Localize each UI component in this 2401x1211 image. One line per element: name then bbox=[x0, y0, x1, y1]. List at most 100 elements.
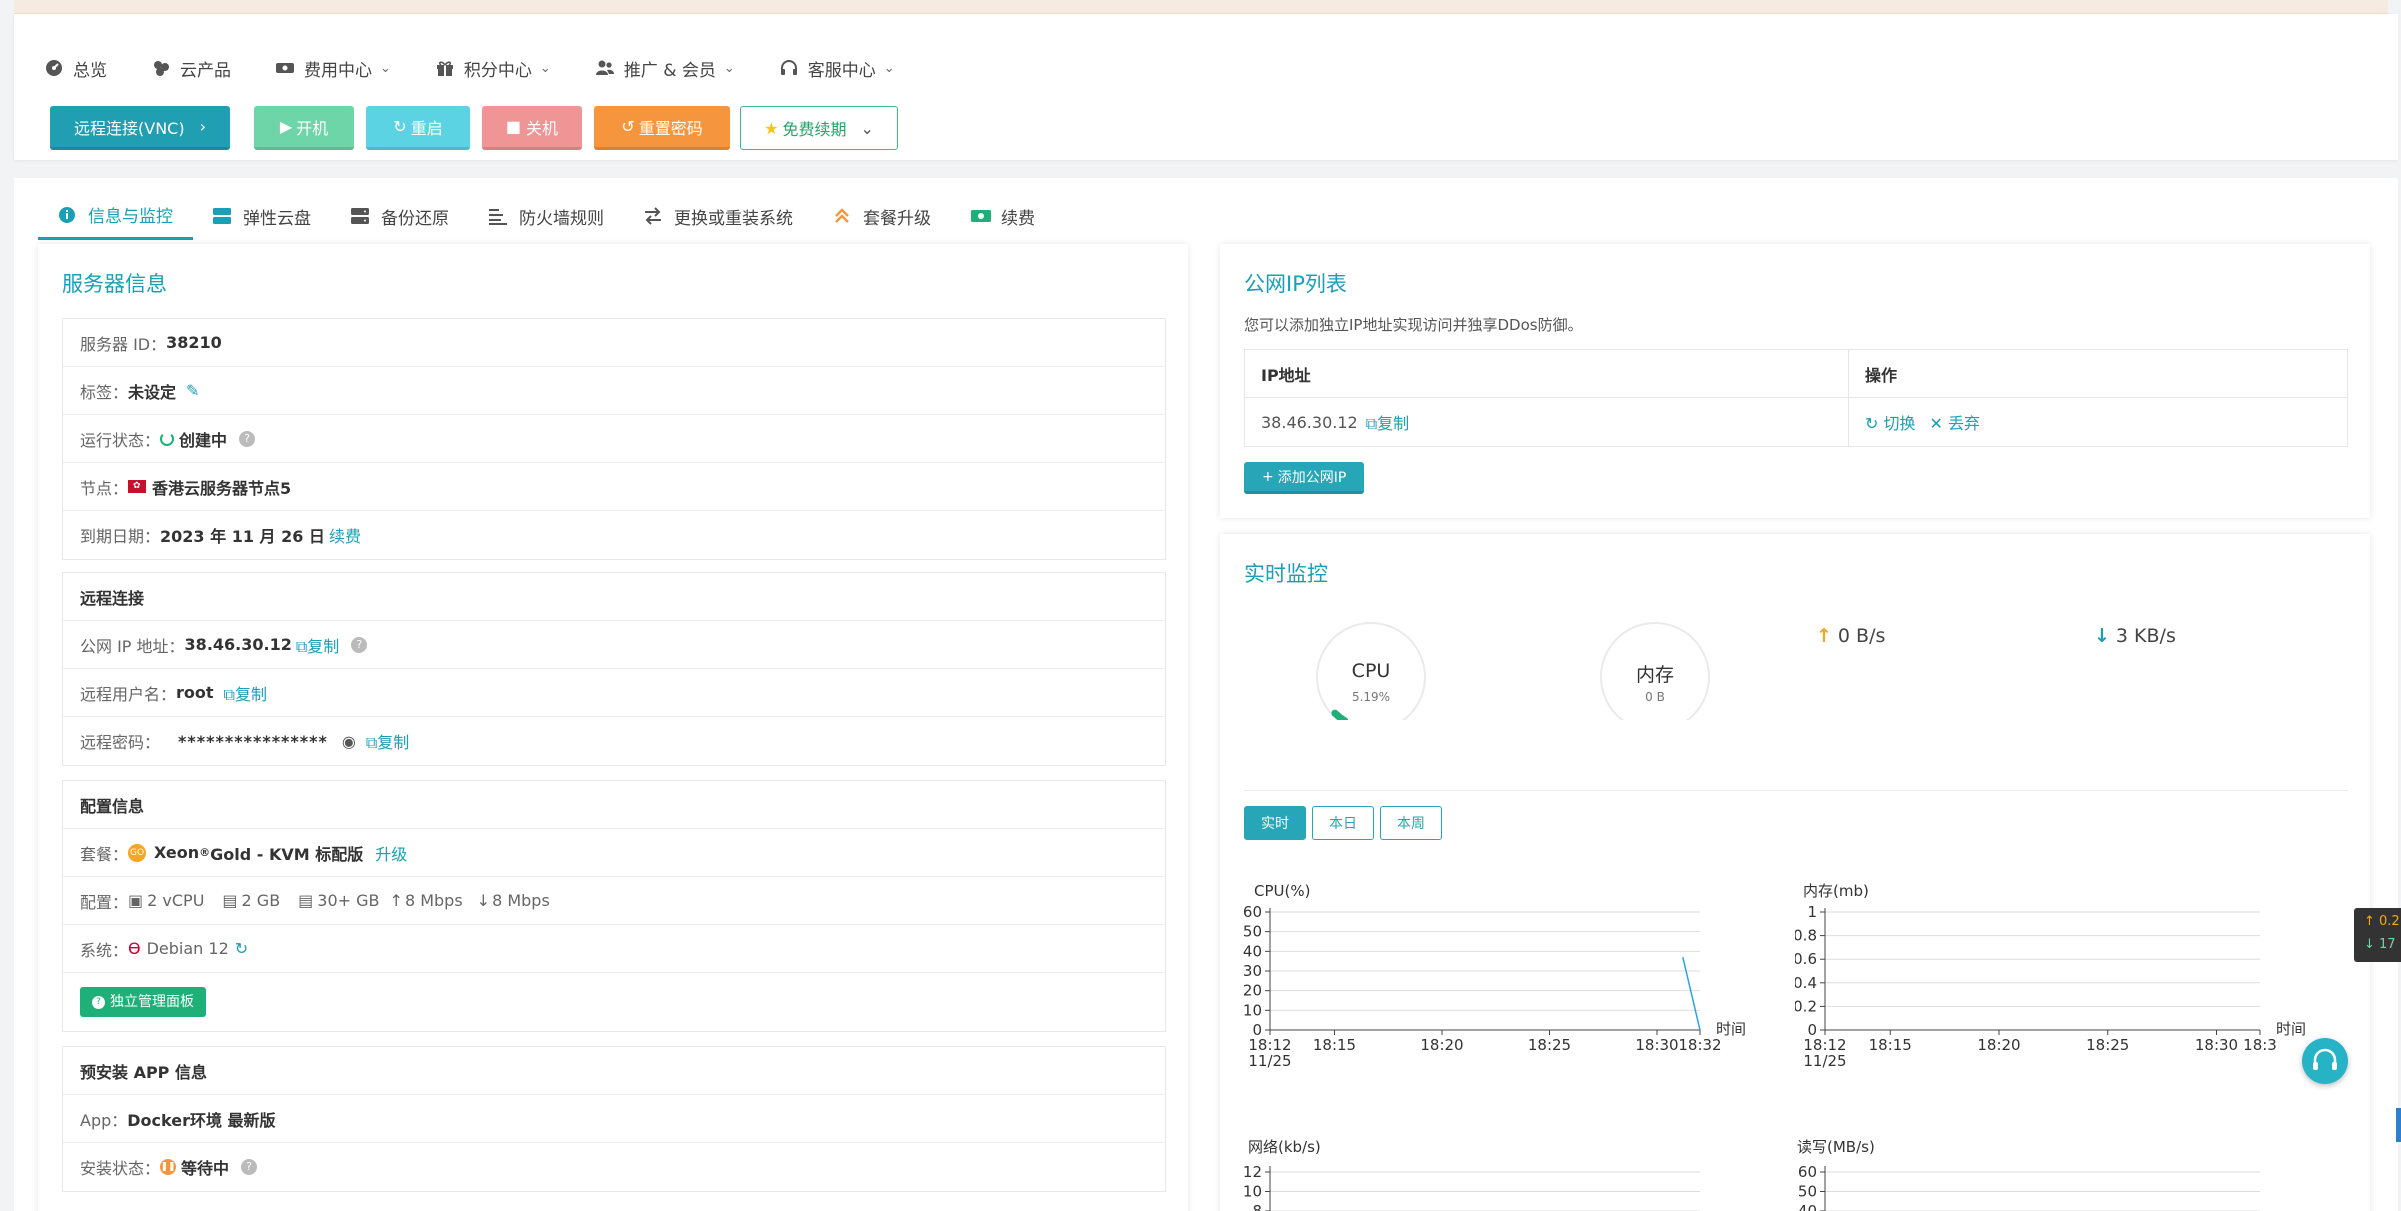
nav-points[interactable]: 积分中心 ⌄ bbox=[435, 54, 551, 82]
y-axis-title: 网络(kb/s) bbox=[1248, 1138, 1321, 1156]
gold-badge-icon: GO bbox=[128, 843, 147, 862]
y-tick-label: 20 bbox=[1243, 982, 1262, 1000]
renew-link[interactable]: 续费 bbox=[329, 523, 361, 547]
y-tick-label: 8 bbox=[1252, 1202, 1262, 1211]
disk-value: 30+ GB bbox=[317, 891, 380, 910]
ip-cell: 38.46.30.12 ⧉复制 bbox=[1245, 398, 1849, 446]
y-tick-label: 12 bbox=[1243, 1163, 1262, 1181]
x-tick-label: 18:3 bbox=[2243, 1036, 2277, 1054]
app-section: 预安装 APP 信息 App： Docker环境 最新版 安装状态： ❚❚ 等待… bbox=[62, 1046, 1166, 1192]
plan-value: Gold - KVM 标配版 bbox=[210, 844, 364, 864]
nav-label: 总览 bbox=[73, 60, 107, 81]
vnc-label: 远程连接(VNC) bbox=[74, 118, 185, 138]
nav-cloud-products[interactable]: 云产品 bbox=[151, 54, 231, 82]
y-tick-label: 10 bbox=[1243, 1001, 1262, 1019]
help-icon[interactable]: ? bbox=[241, 1159, 258, 1175]
eye-icon[interactable]: ◉ bbox=[342, 732, 356, 751]
discard-ip-button[interactable]: ✕ 丢弃 bbox=[1930, 410, 1981, 434]
network-chart: 网络(kb/s) 12 108 bbox=[1243, 1138, 1700, 1211]
ip-value: 38.46.30.12 bbox=[1261, 412, 1358, 432]
money-icon bbox=[275, 58, 295, 78]
copy-password-button[interactable]: ⧉复制 bbox=[366, 729, 409, 753]
gift-icon bbox=[435, 58, 455, 78]
reset-password-button[interactable]: ↺ 重置密码 bbox=[594, 106, 730, 150]
range-today-button[interactable]: 本日 bbox=[1312, 806, 1374, 840]
dashboard-icon bbox=[44, 58, 64, 78]
field-label: 配置： bbox=[80, 892, 129, 912]
support-chat-button[interactable] bbox=[2302, 1038, 2348, 1084]
basic-info-section: 服务器 ID： 38210 标签： 未设定 ✎ 运行状态： 创建中 ? 节点： … bbox=[62, 318, 1166, 560]
floating-speed-widget[interactable]: ↑ 0.2 ↓ 17 bbox=[2354, 908, 2401, 962]
standalone-panel-button[interactable]: ? 独立管理面板 bbox=[80, 987, 206, 1017]
arrow-down-icon: ↓ bbox=[2094, 625, 2110, 647]
edge-feedback-tab[interactable] bbox=[2396, 1108, 2401, 1142]
x-tick-label: 18:32 bbox=[1678, 1036, 1721, 1054]
upgrade-link[interactable]: 升级 bbox=[375, 841, 407, 865]
field-label: 标签： bbox=[80, 382, 129, 402]
nav-promo[interactable]: 推广 & 会员 ⌄ bbox=[595, 54, 735, 82]
star-icon: ★ bbox=[764, 118, 779, 138]
field-label: 安装状态： bbox=[80, 1159, 161, 1178]
section-heading: 远程连接 bbox=[63, 573, 1165, 621]
nav-billing[interactable]: 费用中心 ⌄ bbox=[275, 54, 391, 82]
bandwidth-down-value: 8 Mbps bbox=[492, 891, 550, 910]
tab-elastic-disk[interactable]: 弹性云盘 bbox=[193, 192, 331, 240]
cloud-products-icon bbox=[151, 58, 171, 78]
tab-info-monitor[interactable]: 信息与监控 bbox=[38, 192, 193, 240]
memory-chart: 内存(mb)00.20.40.60.8118:1211/2518:15 18:20… bbox=[1795, 882, 2306, 1070]
y-axis-title: CPU(%) bbox=[1254, 882, 1310, 900]
backup-icon bbox=[351, 207, 369, 225]
free-renew-button[interactable]: ★ 免费续期 ⌄ bbox=[740, 106, 898, 150]
password-row: 远程密码： **************** ◉ ⧉复制 bbox=[63, 717, 1165, 765]
public-ip-value: 38.46.30.12 bbox=[184, 635, 292, 654]
nav-support[interactable]: 客服中心 ⌄ bbox=[779, 54, 895, 82]
free-renew-label: 免费续期 bbox=[782, 120, 847, 139]
vnc-button[interactable]: 远程连接(VNC) › bbox=[50, 106, 230, 150]
nav-overview[interactable]: 总览 bbox=[44, 54, 107, 82]
power-off-button[interactable]: ■ 关机 bbox=[482, 106, 582, 150]
switch-ip-button[interactable]: ↻ 切换 bbox=[1865, 410, 1916, 434]
tab-label: 更换或重装系统 bbox=[674, 208, 793, 229]
tab-renew[interactable]: 续费 bbox=[951, 192, 1055, 240]
copy-ip-button[interactable]: ⧉复制 bbox=[296, 633, 339, 657]
power-off-label: 关机 bbox=[526, 118, 559, 138]
reinstall-icon[interactable]: ↻ bbox=[235, 939, 248, 958]
tab-upgrade[interactable]: 套餐升级 bbox=[813, 192, 951, 240]
copy-ip-button[interactable]: ⧉复制 bbox=[1366, 410, 1409, 434]
edit-icon[interactable]: ✎ bbox=[186, 381, 199, 400]
x-tick-label: 18:30 bbox=[2195, 1036, 2238, 1054]
pause-icon: ❚❚ bbox=[160, 1159, 177, 1175]
power-on-button[interactable]: ▶ 开机 bbox=[254, 106, 354, 150]
header-card: 总览 云产品 费用中心 ⌄ 积分中心 ⌄ 推广 & 会员 ⌄ 客服中心 ⌄ 远程… bbox=[14, 14, 2398, 160]
password-value: **************** bbox=[178, 731, 328, 751]
copy-label: 复制 bbox=[234, 684, 267, 704]
copy-icon: ⧉ bbox=[223, 684, 235, 704]
x-tick-sublabel: 11/25 bbox=[1248, 1052, 1291, 1070]
tab-firewall[interactable]: 防火墙规则 bbox=[469, 192, 624, 240]
copy-user-button[interactable]: ⧉复制 bbox=[224, 681, 267, 705]
stop-icon: ■ bbox=[505, 117, 522, 136]
discard-label: 丢弃 bbox=[1948, 414, 1981, 433]
range-realtime-button[interactable]: 实时 bbox=[1244, 806, 1306, 840]
y-tick-label: 0.2 bbox=[1795, 997, 1817, 1015]
server-id-row: 服务器 ID： 38210 bbox=[63, 319, 1165, 367]
range-week-button[interactable]: 本周 bbox=[1380, 806, 1442, 840]
username-row: 远程用户名： root ⧉复制 bbox=[63, 669, 1165, 717]
reboot-button[interactable]: ↻ 重启 bbox=[366, 106, 470, 150]
y-tick-label: 30 bbox=[1243, 962, 1262, 980]
chevron-down-icon: ⌄ bbox=[883, 60, 895, 76]
tab-reinstall[interactable]: 更换或重装系统 bbox=[624, 192, 813, 240]
help-icon[interactable]: ? bbox=[239, 430, 256, 447]
help-icon[interactable]: ? bbox=[351, 636, 368, 653]
ip-list-panel: 公网IP列表 您可以添加独立IP地址实现访问并独享DDos防御。 IP地址 操作… bbox=[1220, 244, 2370, 518]
y-axis-title: 内存(mb) bbox=[1803, 882, 1869, 900]
column-header-actions: 操作 bbox=[1865, 365, 1898, 385]
y-tick-label: 40 bbox=[1798, 1202, 1817, 1211]
copy-label: 复制 bbox=[377, 733, 410, 752]
nav-label: 费用中心 bbox=[304, 60, 372, 81]
chevron-down-icon: ⌄ bbox=[380, 60, 391, 76]
add-ip-button[interactable]: + 添加公网IP bbox=[1244, 462, 1365, 494]
add-ip-label: 添加公网IP bbox=[1277, 469, 1347, 486]
os-row: 系统： ϴ Debian 12 ↻ bbox=[63, 925, 1165, 973]
tab-backup[interactable]: 备份还原 bbox=[331, 192, 469, 240]
